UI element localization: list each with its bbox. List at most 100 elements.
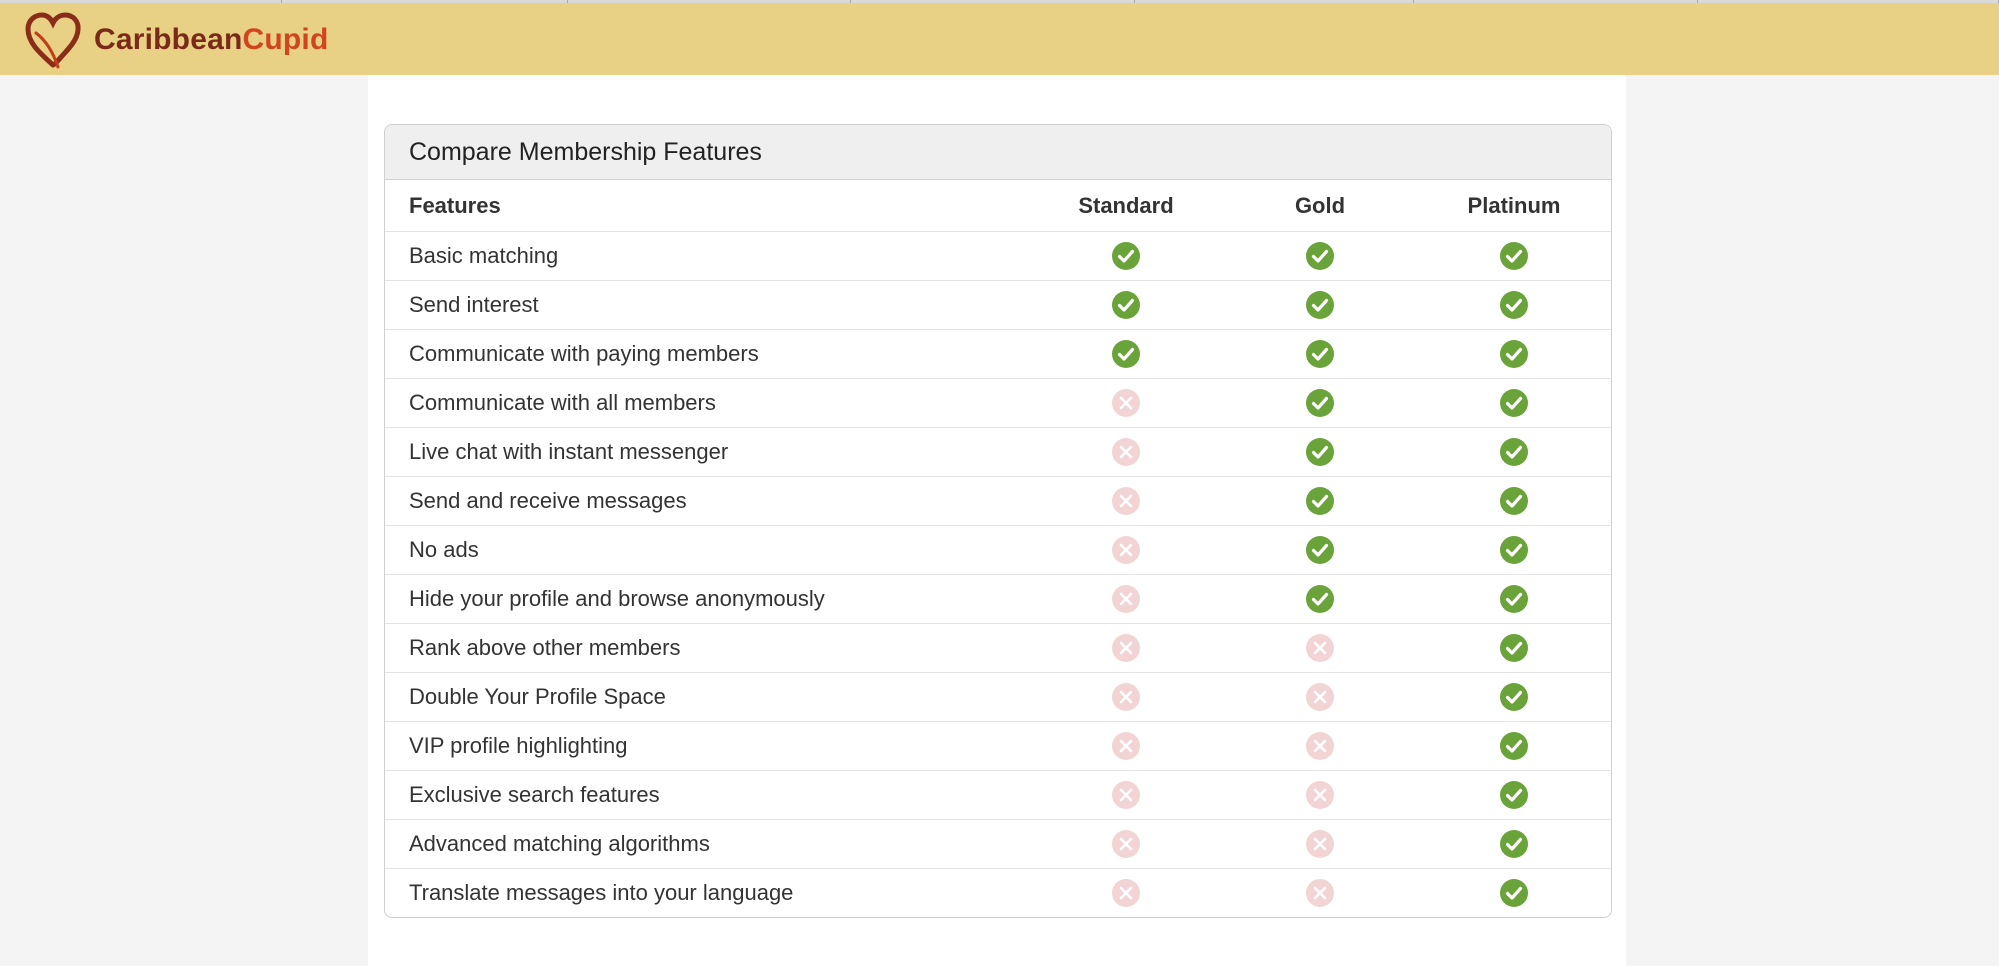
check-circle-icon <box>1500 830 1528 858</box>
x-circle-icon <box>1112 634 1140 662</box>
feature-label: Rank above other members <box>385 623 1029 673</box>
feature-cell-gold <box>1223 231 1417 281</box>
x-circle-icon <box>1112 830 1140 858</box>
feature-cell-gold <box>1223 525 1417 575</box>
x-circle-icon <box>1306 879 1334 907</box>
x-circle-icon <box>1112 389 1140 417</box>
feature-cell-gold <box>1223 623 1417 673</box>
check-circle-icon <box>1112 242 1140 270</box>
check-circle-icon <box>1500 683 1528 711</box>
logo-text-part2: Cupid <box>242 23 329 56</box>
check-circle-icon <box>1306 291 1334 319</box>
feature-cell-platinum <box>1417 280 1611 330</box>
feature-cell-platinum <box>1417 869 1611 918</box>
table-row: Advanced matching algorithms <box>385 819 1611 869</box>
check-circle-icon <box>1306 487 1334 515</box>
x-circle-icon <box>1112 683 1140 711</box>
x-circle-icon <box>1306 830 1334 858</box>
check-circle-icon <box>1306 340 1334 368</box>
check-circle-icon <box>1500 438 1528 466</box>
feature-cell-platinum <box>1417 672 1611 722</box>
x-circle-icon <box>1112 536 1140 564</box>
main-content: Compare Membership Features Features Sta… <box>368 75 1626 966</box>
x-circle-icon <box>1112 879 1140 907</box>
heart-logo-icon <box>25 12 81 69</box>
check-circle-icon <box>1500 340 1528 368</box>
table-row: Rank above other members <box>385 623 1611 673</box>
feature-cell-gold <box>1223 819 1417 869</box>
feature-label: Live chat with instant messenger <box>385 427 1029 477</box>
feature-label: Exclusive search features <box>385 770 1029 820</box>
feature-cell-standard <box>1029 770 1223 820</box>
check-circle-icon <box>1306 389 1334 417</box>
feature-cell-platinum <box>1417 378 1611 428</box>
feature-label: Communicate with paying members <box>385 329 1029 379</box>
features-table-body: Basic matching Send interest Communicate w… <box>385 231 1611 918</box>
table-row: Double Your Profile Space <box>385 672 1611 722</box>
check-circle-icon <box>1500 291 1528 319</box>
table-row: Exclusive search features <box>385 770 1611 820</box>
check-circle-icon <box>1500 879 1528 907</box>
table-row: Communicate with all members <box>385 378 1611 428</box>
feature-cell-gold <box>1223 329 1417 379</box>
feature-cell-platinum <box>1417 329 1611 379</box>
check-circle-icon <box>1500 634 1528 662</box>
feature-label: Send and receive messages <box>385 476 1029 526</box>
column-header-platinum: Platinum <box>1417 180 1611 232</box>
feature-cell-gold <box>1223 476 1417 526</box>
feature-cell-gold <box>1223 770 1417 820</box>
site-logo-link[interactable]: CaribbeanCupid <box>22 9 329 71</box>
compare-features-card: Compare Membership Features Features Sta… <box>384 124 1612 918</box>
check-circle-icon <box>1500 487 1528 515</box>
x-circle-icon <box>1306 683 1334 711</box>
feature-cell-standard <box>1029 623 1223 673</box>
feature-label: Translate messages into your language <box>409 880 794 905</box>
feature-cell-gold <box>1223 574 1417 624</box>
x-circle-icon <box>1306 781 1334 809</box>
table-row: Live chat with instant messenger <box>385 427 1611 477</box>
features-table: Features Standard Gold Platinum Basic ma… <box>385 180 1611 917</box>
table-row: Send interest <box>385 280 1611 330</box>
check-circle-icon <box>1112 340 1140 368</box>
table-row: VIP profile highlighting <box>385 721 1611 771</box>
table-row: No ads <box>385 525 1611 575</box>
table-row: Basic matching <box>385 231 1611 281</box>
feature-cell-standard <box>1029 280 1223 330</box>
feature-cell-platinum <box>1417 525 1611 575</box>
check-circle-icon <box>1500 389 1528 417</box>
feature-label: Basic matching <box>385 231 1029 281</box>
x-circle-icon <box>1112 781 1140 809</box>
check-circle-icon <box>1306 438 1334 466</box>
feature-cell-platinum <box>1417 770 1611 820</box>
feature-cell-platinum <box>1417 427 1611 477</box>
compare-features-title: Compare Membership Features <box>385 125 1611 180</box>
feature-cell-standard <box>1029 672 1223 722</box>
feature-cell-platinum <box>1417 721 1611 771</box>
check-circle-icon <box>1500 732 1528 760</box>
table-row: Hide your profile and browse anonymously <box>385 574 1611 624</box>
feature-cell-platinum <box>1417 623 1611 673</box>
x-circle-icon <box>1112 438 1140 466</box>
feature-cell-gold <box>1223 721 1417 771</box>
feature-cell-gold <box>1223 280 1417 330</box>
x-circle-icon <box>1306 732 1334 760</box>
feature-cell-platinum <box>1417 231 1611 281</box>
feature-label: Communicate with all members <box>385 378 1029 428</box>
feature-label: Double Your Profile Space <box>385 672 1029 722</box>
table-row: Communicate with paying members <box>385 329 1611 379</box>
check-circle-icon <box>1306 536 1334 564</box>
feature-cell-platinum <box>1417 819 1611 869</box>
check-circle-icon <box>1500 781 1528 809</box>
check-circle-icon <box>1112 291 1140 319</box>
check-circle-icon <box>1500 585 1528 613</box>
feature-cell-standard <box>1029 819 1223 869</box>
check-circle-icon <box>1500 536 1528 564</box>
feature-label: Send interest <box>385 280 1029 330</box>
x-circle-icon <box>1112 487 1140 515</box>
feature-label: Hide your profile and browse anonymously <box>385 574 1029 624</box>
features-table-header-row: Features Standard Gold Platinum <box>385 180 1611 232</box>
feature-cell-standard <box>1029 427 1223 477</box>
feature-cell-platinum <box>1417 574 1611 624</box>
feature-label: Advanced matching algorithms <box>385 819 1029 869</box>
feature-cell-gold <box>1223 869 1417 918</box>
